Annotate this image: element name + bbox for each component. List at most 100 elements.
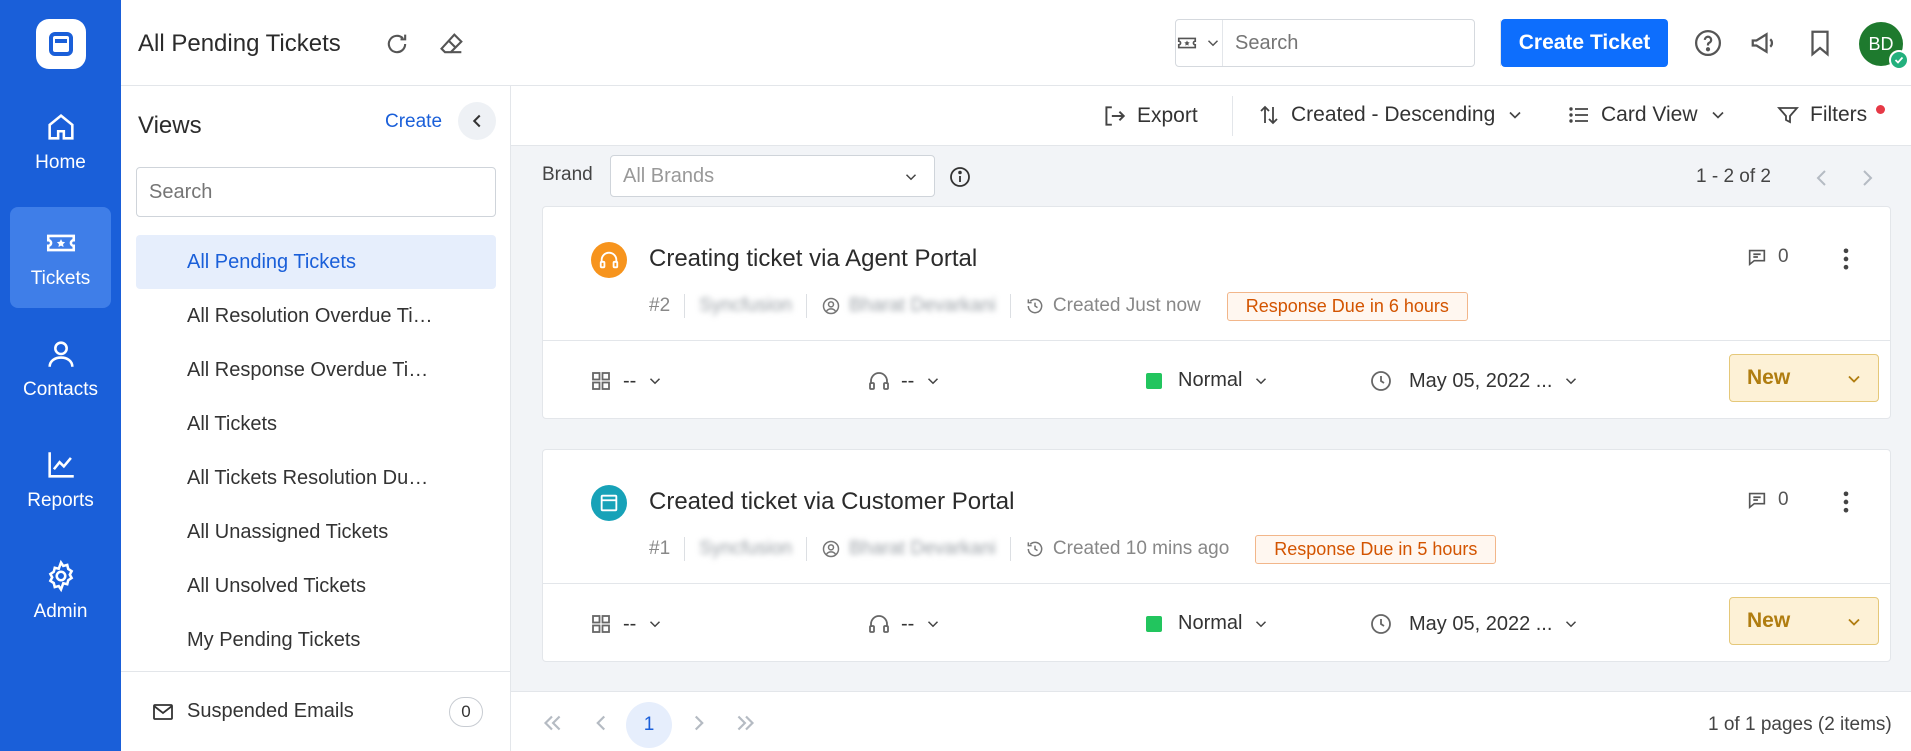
chevron-left-icon	[466, 110, 488, 132]
category-field[interactable]: --	[589, 369, 664, 393]
priority-field[interactable]: Normal	[1146, 369, 1270, 392]
views-search-input[interactable]	[136, 167, 496, 217]
chevron-down-icon	[924, 372, 942, 390]
due-date-value: May 05, 2022 ...	[1409, 612, 1553, 635]
chevron-down-icon	[902, 168, 920, 186]
create-ticket-button[interactable]: Create Ticket	[1501, 19, 1668, 67]
headset-icon	[867, 369, 891, 393]
help-icon[interactable]	[1693, 28, 1721, 56]
more-vertical-icon[interactable]	[1832, 488, 1860, 516]
page-title: All Pending Tickets	[138, 30, 341, 57]
ticket-agent: Bharat Devarkani	[849, 295, 996, 316]
ticket-created: Created Just now	[1052, 295, 1201, 316]
ticket-agent: Bharat Devarkani	[849, 538, 996, 559]
view-item[interactable]: All Pending Tickets	[136, 235, 496, 289]
app-logo[interactable]	[36, 19, 86, 69]
nav-reports[interactable]: Reports	[10, 429, 111, 530]
status-dropdown[interactable]: New	[1729, 597, 1879, 645]
view-item[interactable]: All Response Overdue Ti…	[136, 343, 496, 397]
chevron-down-icon	[1204, 34, 1222, 52]
status-value: New	[1747, 609, 1791, 632]
online-check-icon	[1889, 50, 1909, 70]
first-page-icon[interactable]	[539, 710, 565, 736]
announcement-icon[interactable]	[1749, 28, 1777, 56]
export-button[interactable]: Export	[1101, 103, 1198, 129]
view-item[interactable]: All Tickets Resolution Du…	[136, 451, 496, 505]
headset-icon	[591, 242, 627, 278]
nav-home[interactable]: Home	[10, 91, 111, 192]
ticket-title[interactable]: Created ticket via Customer Portal	[649, 488, 1014, 516]
divider	[1009, 537, 1011, 561]
views-create-link[interactable]: Create	[385, 111, 442, 133]
ticket-card[interactable]: Created ticket via Customer Portal #1 Sy…	[542, 449, 1891, 662]
view-item[interactable]: All Unassigned Tickets	[136, 505, 496, 559]
bookmark-icon[interactable]	[1805, 28, 1833, 57]
view-item[interactable]: All Resolution Overdue Ti…	[136, 289, 496, 343]
avatar[interactable]: BD	[1859, 22, 1909, 70]
chevron-down-icon	[1562, 615, 1580, 633]
sort-dropdown[interactable]: Created - Descending	[1257, 103, 1525, 127]
search-type-dropdown[interactable]	[1176, 20, 1223, 66]
view-item[interactable]: My Pending Tickets	[136, 613, 496, 667]
nav-contacts-label: Contacts	[23, 378, 98, 400]
ticket-card[interactable]: Creating ticket via Agent Portal #2 Sync…	[542, 206, 1891, 419]
assignee-value: --	[901, 369, 915, 392]
assignee-field[interactable]: --	[867, 369, 942, 393]
prev-page-icon[interactable]	[1810, 166, 1834, 190]
clock-icon	[1369, 612, 1393, 636]
filters-button[interactable]: Filters	[1776, 103, 1867, 127]
category-field[interactable]: --	[589, 612, 664, 636]
home-icon	[44, 110, 78, 144]
sort-label: Created - Descending	[1291, 103, 1496, 126]
page-number-current[interactable]: 1	[626, 702, 672, 748]
nav-home-label: Home	[35, 151, 86, 173]
filters-active-dot	[1876, 105, 1885, 114]
chevron-down-icon	[1505, 105, 1525, 125]
divider	[684, 537, 686, 561]
view-mode-label: Card View	[1601, 103, 1698, 126]
prev-page-icon[interactable]	[588, 710, 614, 736]
comments-number: 0	[1778, 246, 1789, 267]
view-mode-dropdown[interactable]: Card View	[1567, 103, 1728, 127]
more-vertical-icon[interactable]	[1832, 245, 1860, 273]
due-date-field[interactable]: May 05, 2022 ...	[1369, 612, 1580, 636]
collapse-panel-button[interactable]	[458, 102, 496, 140]
priority-field[interactable]: Normal	[1146, 612, 1270, 635]
status-dropdown[interactable]: New	[1729, 354, 1879, 402]
category-value: --	[623, 369, 637, 392]
nav-admin[interactable]: Admin	[10, 540, 111, 641]
history-icon	[1025, 296, 1045, 316]
priority-value: Normal	[1178, 612, 1243, 634]
info-icon[interactable]	[948, 165, 972, 189]
chevron-down-icon	[1844, 369, 1864, 389]
mail-icon	[151, 700, 175, 724]
refresh-icon[interactable]	[383, 30, 411, 58]
ticket-number: #1	[649, 538, 671, 559]
brand-select[interactable]: All Brands	[610, 155, 935, 197]
view-item[interactable]: All Unsolved Tickets	[136, 559, 496, 613]
due-date-value: May 05, 2022 ...	[1409, 369, 1553, 392]
toolbar-divider	[1232, 96, 1233, 136]
suspended-emails[interactable]: Suspended Emails 0	[121, 671, 511, 751]
chevron-down-icon	[1562, 372, 1580, 390]
next-page-icon[interactable]	[686, 710, 712, 736]
due-date-field[interactable]: May 05, 2022 ...	[1369, 369, 1580, 393]
nav-tickets[interactable]: Tickets	[10, 207, 111, 308]
priority-color-indicator	[1146, 615, 1162, 632]
assignee-field[interactable]: --	[867, 612, 942, 636]
view-item[interactable]: All Tickets	[136, 397, 496, 451]
logo-mark	[49, 32, 73, 56]
eraser-icon[interactable]	[438, 30, 466, 58]
ticket-icon	[1176, 32, 1198, 54]
search-input[interactable]	[1223, 31, 1500, 55]
ticket-title[interactable]: Creating ticket via Agent Portal	[649, 245, 977, 273]
pagination-bar: 1 1 of 1 pages (2 items)	[511, 691, 1911, 751]
ticket-created: Created 10 mins ago	[1052, 538, 1230, 559]
comments-count[interactable]: 0	[1746, 246, 1789, 268]
nav-contacts[interactable]: Contacts	[10, 318, 111, 419]
top-header: All Pending Tickets Create Ticket BD	[121, 0, 1911, 86]
gear-icon	[44, 559, 78, 593]
comments-count[interactable]: 0	[1746, 489, 1789, 511]
next-page-icon[interactable]	[1855, 166, 1879, 190]
last-page-icon[interactable]	[733, 710, 759, 736]
